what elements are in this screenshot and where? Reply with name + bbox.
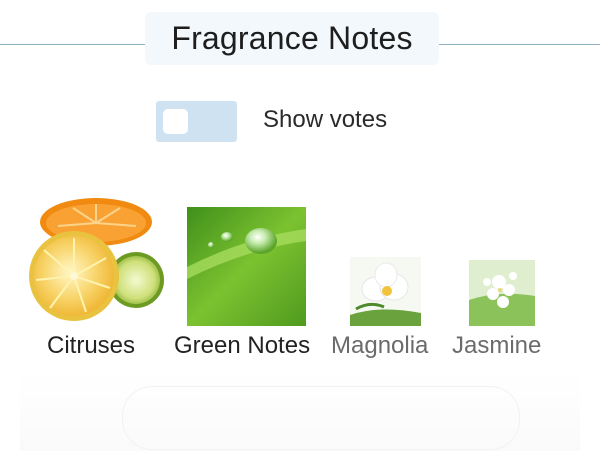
- show-votes-toggle[interactable]: [156, 101, 237, 142]
- note-label[interactable]: Jasmine: [452, 332, 541, 360]
- note-label[interactable]: Magnolia: [331, 332, 428, 360]
- green-leaf-dewdrop-image: [187, 207, 306, 326]
- faded-placeholder-pill: [122, 386, 520, 450]
- header-divider-right: [438, 44, 600, 45]
- toggle-knob: [163, 109, 188, 134]
- citrus-fruit-image: [29, 198, 164, 321]
- magnolia-flower-image: [350, 257, 421, 326]
- section-title-box: Fragrance Notes: [145, 12, 439, 65]
- show-votes-label[interactable]: Show votes: [263, 106, 387, 134]
- note-label[interactable]: Green Notes: [174, 332, 310, 360]
- jasmine-flower-image: [469, 260, 535, 326]
- note-label[interactable]: Citruses: [47, 332, 135, 360]
- header-divider-left: [0, 44, 146, 45]
- section-title: Fragrance Notes: [171, 20, 413, 56]
